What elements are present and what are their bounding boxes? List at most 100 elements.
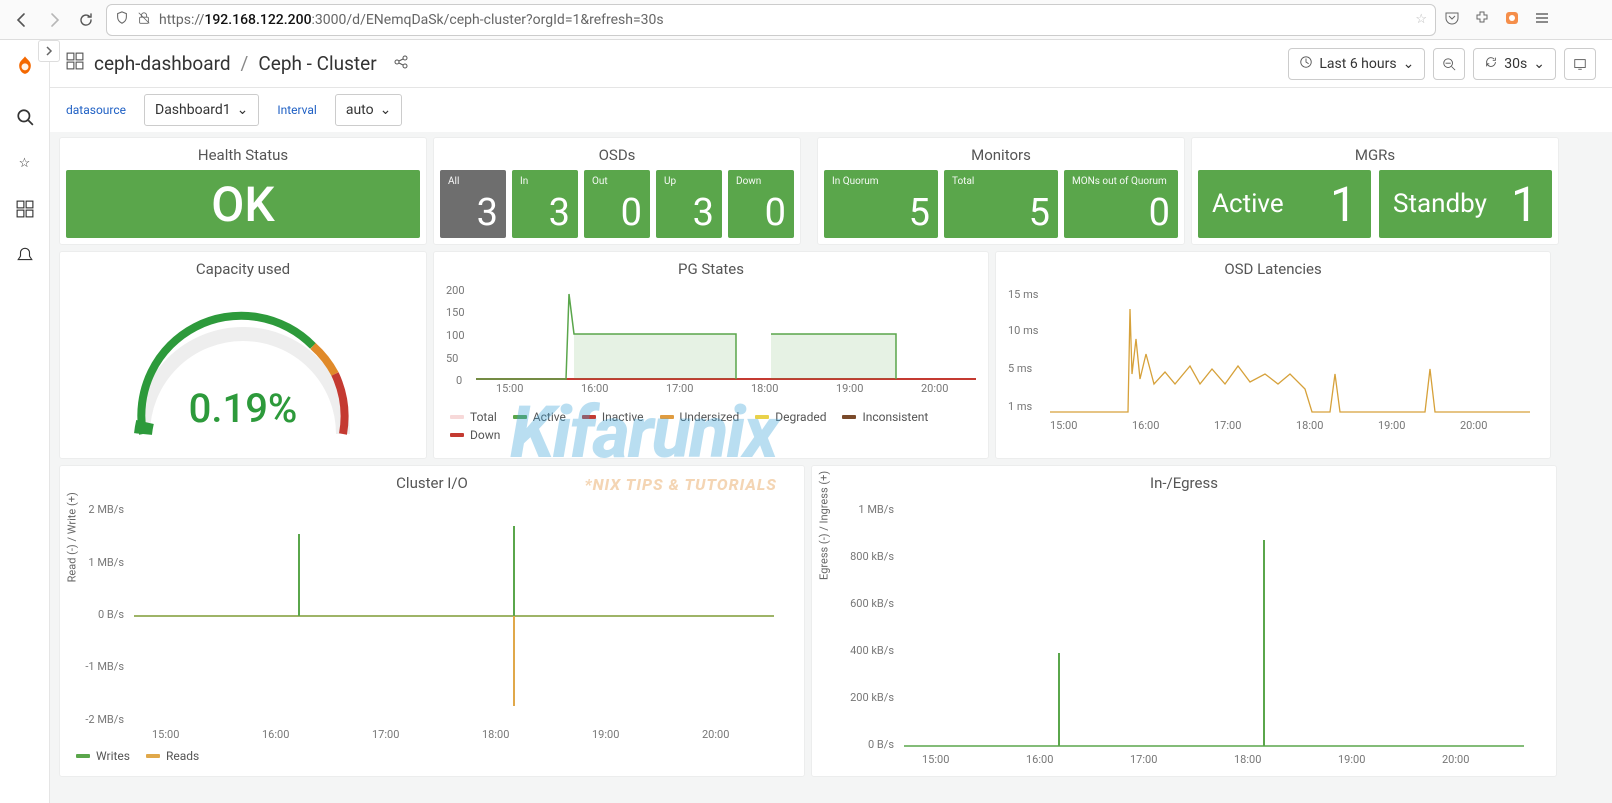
panel-in-egress[interactable]: In-/Egress Egress (-) / Ingress (+) 1 MB… [812,466,1556,776]
svg-text:800 kB/s: 800 kB/s [850,550,894,563]
variable-bar: datasource Dashboard1⌄ Interval auto⌄ [50,88,1612,132]
reload-icon[interactable] [74,8,98,32]
svg-text:200: 200 [446,284,465,297]
svg-text:16:00: 16:00 [262,728,289,741]
time-range-label: Last 6 hours [1319,56,1396,72]
account-icon[interactable] [1504,10,1520,30]
svg-text:20:00: 20:00 [1460,419,1487,432]
panel-title: Monitors [818,138,1184,170]
capacity-gauge: 0.19% [60,284,426,444]
svg-text:20:00: 20:00 [921,382,948,395]
stat-osds-in: In3 [512,170,578,238]
time-range-picker[interactable]: Last 6 hours ⌄ [1288,48,1425,80]
svg-text:17:00: 17:00 [1130,753,1157,766]
capacity-value: 0.19% [189,385,298,432]
panel-title: Cluster I/O [60,466,804,498]
zoom-out-button[interactable] [1433,48,1465,80]
io-chart: Read (-) / Write (+) 2 MB/s 1 MB/s 0 B/s… [74,498,790,743]
var-datasource-label: datasource [60,103,132,117]
egress-chart: Egress (-) / Ingress (+) 1 MB/s 800 kB/s… [826,498,1542,758]
svg-text:15:00: 15:00 [1050,419,1077,432]
panel-cluster-io[interactable]: Cluster I/O Read (-) / Write (+) 2 MB/s … [60,466,804,776]
breadcrumb-folder[interactable]: ceph-dashboard [94,52,231,75]
cycle-view-button[interactable] [1564,48,1596,80]
refresh-label: 30s [1504,56,1527,72]
chevron-down-icon: ⌄ [1403,56,1415,72]
svg-text:50: 50 [446,352,458,365]
dashboards-icon[interactable] [14,198,36,220]
panel-monitors[interactable]: Monitors In Quorum5 Total5 MONs out of Q… [818,138,1184,244]
panel-osd-latencies[interactable]: OSD Latencies 15 ms 10 ms 5 ms 1 ms 15:0… [996,252,1550,458]
share-icon[interactable] [393,52,409,75]
bookmark-star-icon[interactable]: ☆ [1415,12,1427,27]
mgr-standby: Standby1 [1379,170,1552,238]
var-interval-label: Interval [271,103,323,117]
eg-ylabel: Egress (-) / Ingress (+) [818,471,831,580]
menu-icon[interactable] [1534,10,1550,30]
breadcrumb-dashboard[interactable]: Ceph - Cluster [258,52,376,75]
extensions-icon[interactable] [1474,10,1490,30]
refresh-icon [1484,55,1498,73]
var-datasource-select[interactable]: Dashboard1⌄ [144,94,259,126]
svg-text:-2 MB/s: -2 MB/s [85,713,124,726]
pg-chart: 200 150 100 50 0 15:00 16:00 17:00 18: [446,284,976,404]
panel-title: Capacity used [60,252,426,284]
io-ylabel: Read (-) / Write (+) [66,492,79,582]
svg-text:19:00: 19:00 [592,728,619,741]
panel-mgrs[interactable]: MGRs Active1 Standby1 [1192,138,1558,244]
starred-icon[interactable]: ☆ [14,152,36,174]
panel-title: OSD Latencies [996,252,1550,284]
shield-icon [115,11,129,29]
breadcrumb: ceph-dashboard / Ceph - Cluster [66,52,409,75]
grafana-logo-icon[interactable] [11,54,39,82]
svg-text:18:00: 18:00 [1296,419,1323,432]
latency-chart: 15 ms 10 ms 5 ms 1 ms 15:00 16:00 17:00 … [1008,284,1538,434]
svg-text:2 MB/s: 2 MB/s [88,503,124,516]
mgr-active: Active1 [1198,170,1371,238]
stat-osds-up: Up3 [656,170,722,238]
forward-icon[interactable] [42,8,66,32]
svg-text:20:00: 20:00 [702,728,729,741]
svg-text:1 MB/s: 1 MB/s [858,503,894,516]
svg-text:150: 150 [446,306,465,319]
dashboards-icon[interactable] [66,52,84,75]
svg-text:19:00: 19:00 [1378,419,1405,432]
url-bar[interactable]: https://192.168.122.200:3000/d/ENemqDaSk… [106,4,1436,36]
svg-text:200 kB/s: 200 kB/s [850,691,894,704]
stat-mon-total: Total5 [944,170,1058,238]
svg-text:18:00: 18:00 [751,382,778,395]
io-legend: Writes Reads [60,743,804,769]
panel-capacity[interactable]: Capacity used 0.19% [60,252,426,458]
health-status-value: OK [66,170,420,238]
svg-text:17:00: 17:00 [666,382,693,395]
browser-toolbar: https://192.168.122.200:3000/d/ENemqDaSk… [0,0,1612,40]
alerting-icon[interactable] [14,244,36,266]
panel-health-status[interactable]: Health Status OK [60,138,426,244]
sidebar-expand-icon[interactable] [38,40,60,62]
svg-text:17:00: 17:00 [1214,419,1241,432]
dashboard-topbar: ceph-dashboard / Ceph - Cluster Last 6 h… [50,40,1612,88]
lock-icon [137,11,151,29]
svg-text:16:00: 16:00 [1026,753,1053,766]
panel-pg-states[interactable]: PG States 200 150 100 50 0 15:00 1 [434,252,988,458]
refresh-picker[interactable]: 30s ⌄ [1473,48,1556,80]
panel-title: PG States [434,252,988,284]
stat-mon-out: MONs out of Quorum0 [1064,170,1178,238]
panel-title: OSDs [434,138,800,170]
breadcrumb-sep: / [241,52,249,75]
svg-text:15 ms: 15 ms [1008,288,1039,301]
svg-text:400 kB/s: 400 kB/s [850,644,894,657]
svg-text:5 ms: 5 ms [1008,362,1033,375]
search-icon[interactable] [14,106,36,128]
svg-text:19:00: 19:00 [836,382,863,395]
pocket-icon[interactable] [1444,10,1460,30]
svg-text:0: 0 [456,374,462,387]
chevron-down-icon: ⌄ [1533,56,1545,72]
chevron-down-icon: ⌄ [237,102,249,118]
svg-text:15:00: 15:00 [922,753,949,766]
back-icon[interactable] [10,8,34,32]
panel-osds[interactable]: OSDs All3 In3 Out0 Up3 Down0 [434,138,800,244]
panel-title: MGRs [1192,138,1558,170]
var-interval-select[interactable]: auto⌄ [335,94,403,126]
svg-text:0 B/s: 0 B/s [868,738,894,751]
